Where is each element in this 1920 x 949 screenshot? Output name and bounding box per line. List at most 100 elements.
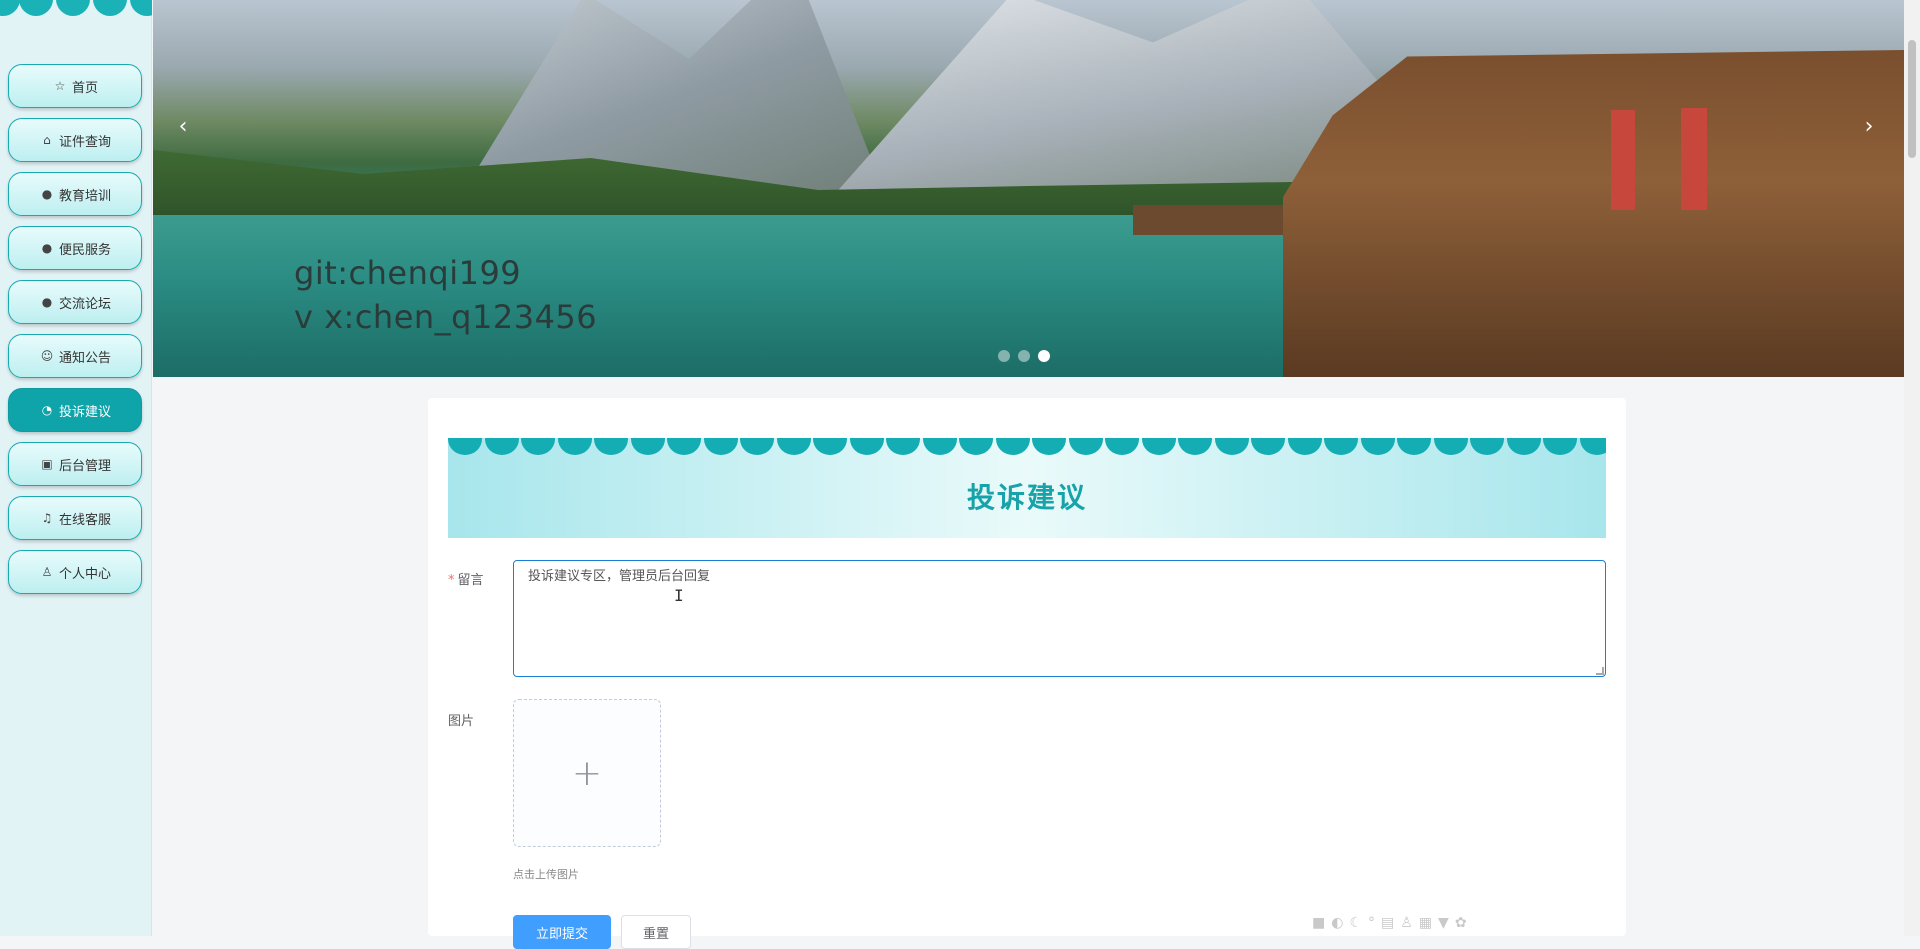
page-title: 投诉建议 [966,481,1087,514]
message-label: * 留言 [448,569,484,588]
scallop-decoration [667,438,701,455]
carousel-prev-arrow-icon[interactable]: ‹ [168,112,198,142]
carousel-next-arrow-icon[interactable]: › [1854,112,1884,142]
scallop-decoration [1579,438,1606,455]
message-textarea[interactable]: 投诉建议专区，管理员后台回复 [513,560,1606,677]
required-mark: * [448,573,455,588]
ime-toolbar: ■ ◐ ☾ ° ▤ ♙ ▦ ▼ ✿ [1312,915,1467,931]
scallop-decoration [849,438,884,455]
scallop-decoration [1068,438,1103,455]
smile-icon: ☺ [40,349,54,363]
sidebar-item-4[interactable]: ● 便民服务 [8,226,142,270]
sidebar-item-label: 后台管理 [58,458,111,474]
sidebar-item-label: 在线客服 [58,512,111,528]
sidebar-item-9[interactable]: ♫ 在线客服 [8,496,142,540]
sidebar-item-5[interactable]: ● 交流论坛 [8,280,142,324]
sidebar-decoration [0,0,152,20]
scallop-decoration [1251,438,1285,455]
scrollbar-thumb[interactable] [1908,40,1916,158]
ime-user-icon[interactable]: ♙ [1400,915,1413,931]
scallop-decoration [776,438,811,455]
briefcase-icon: ⌂ [43,133,51,147]
scallop-decoration [959,438,993,455]
sidebar-item-8[interactable]: ▣ 后台管理 [8,442,142,486]
scallop-decoration [1032,438,1066,455]
plus-icon: + [571,752,603,794]
scallop-decoration [740,438,774,455]
scallop-decoration [521,438,555,455]
banner-image-window [1611,110,1635,210]
ime-moon-icon[interactable]: ☾ [1349,915,1362,931]
scallop-decoration [1178,438,1212,455]
message-label-text: 留言 [457,573,484,588]
alert-circle-icon: ● [41,187,53,201]
scallop-decoration [922,438,957,455]
banner-image-house [1283,50,1904,377]
scallop-decoration [1360,438,1395,455]
sidebar-item-label: 个人中心 [58,566,111,582]
chat-icon: ◔ [41,403,53,417]
reset-button[interactable]: 重置 [621,915,691,949]
image-label: 图片 [448,714,475,729]
scallop-decoration [448,438,482,455]
carousel-indicators [998,350,1050,362]
scallop-decoration [1397,438,1431,455]
sidebar-item-10[interactable]: ♙ 个人中心 [8,550,142,594]
upload-tip: 点击上传图片 [513,868,579,881]
scallop-decoration [484,438,519,455]
ime-skin-icon[interactable]: ▼ [1438,915,1449,931]
page-scrollbar[interactable] [1904,0,1920,936]
banner-text-line2: v x:chen_q123456 [294,298,598,336]
scallop-decoration [1214,438,1249,455]
banner-text-line1: git:chenqi199 [294,254,522,292]
scallop-decoration [886,438,920,455]
title-banner: 投诉建议 [448,438,1606,538]
sidebar-item-6[interactable]: ☺ 通知公告 [8,334,142,378]
help-circle-icon: ● [41,241,53,255]
ime-lang-icon[interactable]: ◐ [1331,915,1343,931]
scallop-decoration [995,438,1030,455]
carousel-dot[interactable] [998,350,1010,362]
carousel-dot[interactable] [1038,350,1050,362]
ime-keyboard-icon[interactable]: ▤ [1381,915,1394,931]
sidebar-item-label: 教育培训 [58,188,111,204]
sidebar-item-label: 交流论坛 [58,296,111,312]
sidebar-item-label: 证件查询 [58,134,111,150]
sidebar-item-3[interactable]: ● 教育培训 [8,172,142,216]
sidebar-item-2[interactable]: ⌂ 证件查询 [8,118,142,162]
scallop-decoration [1141,438,1176,455]
scallop-decoration [1324,438,1358,455]
scallop-decoration [1433,438,1468,455]
sidebar-item-label: 便民服务 [58,242,111,258]
scallop-decoration [1470,438,1504,455]
ime-logo-icon[interactable]: ■ [1312,915,1325,931]
scallop-decoration [813,438,847,455]
ime-punct-icon[interactable]: ° [1368,915,1375,931]
text-cursor-icon: I [674,586,684,605]
scallop-decoration [703,438,738,455]
sidebar-item-label: 投诉建议 [58,404,111,420]
scallop-decoration [1287,438,1322,455]
sidebar-item-label: 通知公告 [58,350,111,366]
scallop-decoration [1105,438,1139,455]
sidebar-item-1[interactable]: ☆ 首页 [8,64,142,108]
complaint-form-card: 投诉建议 * 留言 投诉建议专区，管理员后台回复 图片 + 点击上传图片 立即提交… [428,398,1626,949]
user-icon: ♙ [41,565,53,579]
carousel-dot[interactable] [1018,350,1030,362]
ime-grid-icon[interactable]: ▦ [1419,915,1432,931]
scallop-decoration [1506,438,1541,455]
sidebar-item-7[interactable]: ◔ 投诉建议 [8,388,142,432]
scallop-decoration [630,438,665,455]
info-circle-icon: ● [41,295,53,309]
scallop-decoration [557,438,592,455]
star-icon: ☆ [54,79,66,93]
title-decoration [448,438,1606,456]
resize-handle-icon[interactable] [1596,667,1604,675]
scallop-decoration [1543,438,1577,455]
banner-image-window [1681,108,1707,210]
submit-button[interactable]: 立即提交 [513,915,611,949]
message-value: 投诉建议专区，管理员后台回复 [528,569,711,584]
ime-settings-icon[interactable]: ✿ [1455,915,1467,931]
sidebar: ☆ 首页 ⌂ 证件查询 ● 教育培训 ● 便民服务 ● 交流论坛 ☺ 通知公告 ◔ 投诉建议 ▣ 后台管理 ♫ 在… [0,0,152,936]
image-upload-button[interactable]: + [513,699,661,847]
